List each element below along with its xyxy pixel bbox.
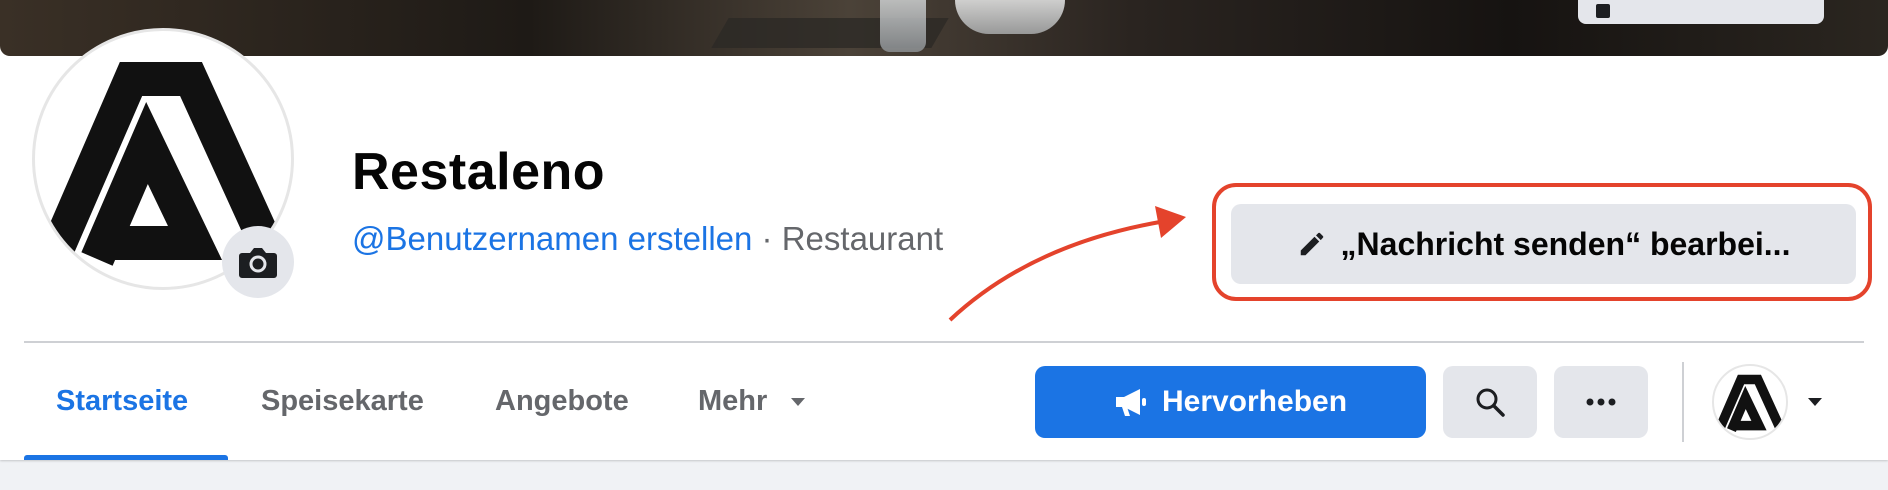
page-subtitle: @Benutzernamen erstellen · Restaurant (352, 220, 943, 258)
active-tab-indicator (24, 455, 228, 460)
search-icon (1476, 388, 1505, 417)
more-options-button[interactable] (1554, 366, 1648, 438)
annotation-arrow (948, 206, 1186, 322)
update-profile-picture-button[interactable] (222, 226, 294, 298)
tab-speisekarte[interactable]: Speisekarte (261, 385, 424, 418)
tab-mehr-label: Mehr (698, 385, 768, 417)
create-username-link[interactable]: @Benutzernamen erstellen (352, 220, 752, 257)
subtitle-separator: · (752, 220, 782, 257)
cover-photo-cup (955, 0, 1065, 34)
promote-label: Hervorheben (1161, 385, 1348, 418)
caret-down-icon (1808, 398, 1822, 406)
page-category: Restaurant (781, 220, 944, 257)
caret-down-icon (791, 398, 806, 407)
tab-startseite[interactable]: Startseite (56, 385, 188, 418)
promote-button[interactable]: Hervorheben (1035, 366, 1426, 438)
tab-angebote[interactable]: Angebote (495, 385, 629, 418)
more-horizontal-icon (1586, 398, 1616, 406)
page-title: Restaleno (352, 143, 606, 201)
page-avatar-small (1712, 364, 1788, 440)
toolbar-separator (1682, 362, 1684, 442)
edit-cover-button[interactable] (1578, 0, 1824, 24)
edit-send-message-label: „Nachricht senden“ bearbei... (1340, 225, 1791, 262)
profile-switcher[interactable] (1712, 362, 1830, 442)
camera-icon (239, 248, 277, 278)
search-button[interactable] (1443, 366, 1537, 438)
edit-send-message-button[interactable]: „Nachricht senden“ bearbei... (1231, 204, 1856, 284)
header-divider (24, 341, 1864, 343)
page-header-card: Restaleno @Benutzernamen erstellen · Res… (0, 0, 1888, 460)
pencil-icon (1300, 232, 1323, 256)
cover-photo-glass (880, 0, 926, 52)
megaphone-icon (1115, 389, 1146, 416)
tab-mehr[interactable]: Mehr (698, 385, 807, 418)
restaleno-logo-small (1714, 374, 1786, 433)
cover-edit-icon (1596, 4, 1610, 18)
